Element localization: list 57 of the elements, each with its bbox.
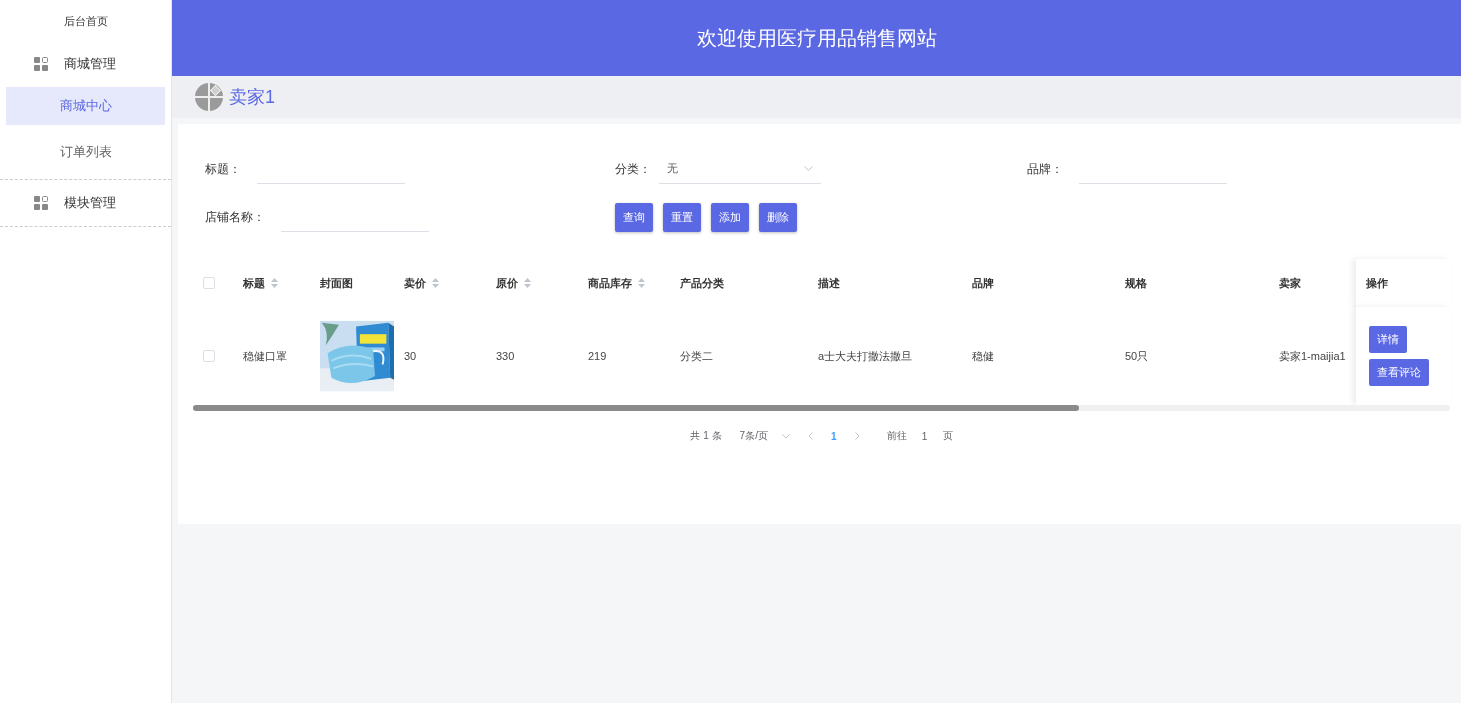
table-cell: 330 <box>496 350 515 362</box>
table-cell: 卖家1-maijia1 <box>1279 348 1346 364</box>
column-header: 描述 <box>818 275 840 291</box>
column-header: 操作 <box>1366 275 1388 291</box>
sidebar-group[interactable]: 模块管理 <box>0 180 171 226</box>
page-input[interactable]: 1 <box>914 430 935 442</box>
checkbox[interactable] <box>203 277 215 289</box>
table-cell: 219 <box>588 350 607 362</box>
sort-icon <box>524 278 531 288</box>
column-header: 产品分类 <box>680 275 724 291</box>
column-header[interactable]: 标题 <box>243 275 278 291</box>
next-page-icon[interactable] <box>854 432 860 440</box>
column-header: 规格 <box>1125 275 1147 291</box>
select-field[interactable]: 无 <box>659 154 821 184</box>
table-cell: 30 <box>404 350 417 362</box>
action-button[interactable]: 删除 <box>759 202 797 232</box>
sort-icon <box>432 278 439 288</box>
field-label: 分类： <box>615 160 651 178</box>
page-title: 欢迎使用医疗用品销售网站 <box>696 25 937 51</box>
scrollbar-thumb[interactable] <box>193 405 1079 411</box>
column-header[interactable]: 商品库存 <box>588 275 645 291</box>
page-unit: 页 <box>942 429 953 443</box>
chevron-down-icon <box>804 166 813 171</box>
table-cell: 50只 <box>1125 348 1149 364</box>
table-cell: 稳健 <box>972 348 994 364</box>
field-label: 标题： <box>205 160 241 178</box>
table-cell: a士大夫打撒法撒旦 <box>818 348 913 364</box>
action-button[interactable]: 查询 <box>615 202 653 232</box>
total-count: 共 1 条 <box>690 429 722 443</box>
table-cell: 分类二 <box>680 348 713 364</box>
avatar-icon <box>195 83 223 111</box>
user-name: 卖家1 <box>229 86 275 109</box>
sort-icon <box>271 278 278 288</box>
sidebar-link[interactable]: 后台首页 <box>63 15 108 27</box>
column-header: 卖家 <box>1279 275 1301 291</box>
column-header: 封面图 <box>320 275 353 291</box>
column-header[interactable]: 卖价 <box>404 275 439 291</box>
previous-page-icon[interactable] <box>807 432 813 440</box>
checkbox[interactable] <box>203 350 215 362</box>
field-label: 品牌： <box>1027 160 1063 178</box>
column-header: 品牌 <box>972 275 994 291</box>
grid-icon <box>34 196 48 210</box>
column-header[interactable]: 原价 <box>496 275 531 291</box>
action-button[interactable]: 重置 <box>663 202 701 232</box>
table-cell: 稳健口罩 <box>243 348 287 364</box>
sidebar-item[interactable]: 订单列表 <box>6 133 165 171</box>
grid-icon <box>34 57 48 71</box>
sidebar-item[interactable]: 商城中心 <box>6 87 165 125</box>
chevron-down-icon <box>781 433 790 439</box>
goto-label: 前往 <box>886 429 907 443</box>
row-action-button[interactable]: 详情 <box>1369 326 1407 353</box>
action-button[interactable]: 添加 <box>711 202 749 232</box>
sort-icon <box>638 278 645 288</box>
page-size-select[interactable]: 7条/页 <box>739 429 790 443</box>
field-label: 店铺名称： <box>205 208 265 226</box>
sidebar-group[interactable]: 商城管理 <box>0 41 171 87</box>
row-action-button[interactable]: 查看评论 <box>1369 359 1429 386</box>
